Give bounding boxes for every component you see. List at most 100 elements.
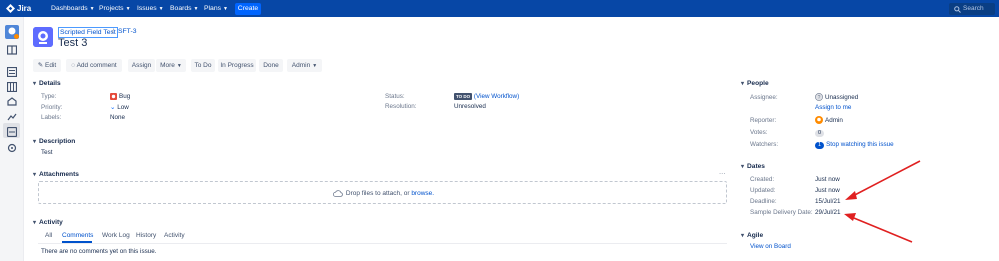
agile-section-toggle[interactable]: ▾ Agile (741, 231, 763, 241)
nav-boards[interactable]: Boards ▼ (170, 3, 199, 14)
attachments-more-icon[interactable]: ··· (719, 169, 725, 178)
in-progress-button[interactable]: In Progress (218, 59, 256, 72)
labels-value[interactable]: None (110, 113, 125, 122)
status-label: Status: (385, 93, 405, 100)
assign-button[interactable]: Assign (128, 59, 155, 72)
board-icon[interactable] (6, 81, 18, 94)
issues-icon[interactable] (6, 126, 18, 139)
sample-delivery-date-label: Sample Delivery Date: (750, 209, 813, 216)
jira-logo[interactable]: Jira (6, 3, 38, 14)
priority-value-text: Low (117, 104, 129, 111)
chevron-down-icon: ▾ (741, 233, 745, 239)
search-placeholder: Search (963, 5, 984, 12)
attachment-drop-zone[interactable]: Drop files to attach, or browse. (38, 181, 727, 204)
type-value-text: Bug (119, 93, 131, 100)
assign-to-me-link[interactable]: Assign to me (815, 103, 851, 112)
reporter-label: Reporter: (750, 117, 777, 124)
nav-plans[interactable]: Plans ▼ (204, 3, 228, 14)
chevron-down-icon: ▾ (33, 172, 37, 178)
chevron-down-icon: ▼ (312, 63, 318, 69)
assignee-label: Assignee: (750, 94, 778, 101)
admin-button[interactable]: Admin ▼ (287, 59, 322, 72)
book-icon[interactable] (6, 45, 18, 57)
top-navigation-bar: Jira Dashboards ▼ Projects ▼ Issues ▼ Board… (0, 0, 999, 17)
details-heading: Details (39, 80, 61, 87)
project-avatar[interactable] (33, 27, 53, 47)
releases-icon[interactable] (7, 97, 17, 109)
more-button[interactable]: More ▼ (156, 59, 186, 72)
assignee-value[interactable]: ? Unassigned (815, 93, 858, 102)
components-icon[interactable] (7, 143, 17, 155)
edit-button-label: Edit (45, 62, 57, 69)
tab-divider (38, 243, 727, 244)
chevron-down-icon: ▾ (33, 81, 37, 87)
description-text[interactable]: Test (41, 148, 53, 157)
annotation-arrows (844, 160, 921, 243)
priority-value[interactable]: ⌄ Low (110, 103, 129, 112)
more-button-label: More (160, 62, 175, 69)
votes-count-badge: 0 (815, 130, 825, 137)
agile-heading: Agile (747, 232, 764, 239)
to-do-button[interactable]: To Do (191, 59, 215, 72)
chevron-down-icon: ▼ (158, 6, 164, 12)
votes-label: Votes: (750, 129, 768, 136)
nav-projects[interactable]: Projects ▼ (99, 3, 131, 14)
arrowhead-icon (845, 191, 857, 200)
breadcrumb-issue-key[interactable]: SFT-3 (118, 27, 137, 36)
edit-button[interactable]: ✎ Edit (33, 59, 61, 72)
tab-history[interactable]: History (136, 231, 156, 240)
svg-text:?: ? (818, 95, 821, 101)
admin-button-label: Admin (291, 62, 311, 69)
assignee-value-text: Unassigned (825, 94, 859, 101)
add-comment-button[interactable]: ◌ Add comment (66, 59, 122, 72)
project-avatar-icon[interactable] (5, 25, 19, 41)
tab-comments[interactable]: Comments (62, 231, 93, 240)
chevron-down-icon: ▼ (193, 6, 199, 12)
resolution-label: Resolution: (385, 103, 417, 110)
create-button[interactable]: Create (235, 3, 261, 15)
no-comments-message: There are no comments yet on this issue. (41, 248, 157, 255)
watchers-value: 1 Stop watching this issue (815, 140, 894, 149)
people-section-toggle[interactable]: ▾ People (741, 79, 769, 89)
done-button[interactable]: Done (259, 59, 283, 72)
resolution-value: Unresolved (454, 103, 486, 110)
details-section-toggle[interactable]: ▾ Details (33, 79, 61, 89)
tab-work-log[interactable]: Work Log (102, 231, 130, 240)
dates-section-toggle[interactable]: ▾ Dates (741, 162, 765, 172)
add-comment-label: Add comment (76, 62, 117, 69)
votes-value[interactable]: 0 (815, 128, 825, 137)
stop-watching-link[interactable]: Stop watching this issue (826, 141, 894, 148)
dates-heading: Dates (747, 163, 765, 170)
nav-issues[interactable]: Issues ▼ (137, 3, 164, 14)
browse-link[interactable]: browse. (411, 190, 434, 197)
tab-activity[interactable]: Activity (164, 231, 185, 240)
issue-title[interactable]: Test 3 (58, 37, 87, 49)
nav-projects-label: Projects (99, 5, 124, 12)
watchers-label: Watchers: (750, 141, 779, 148)
view-on-board-link[interactable]: View on Board (750, 242, 791, 251)
labels-label: Labels: (41, 114, 62, 121)
watchers-count-badge[interactable]: 1 (815, 142, 825, 149)
reporter-value[interactable]: Admin (815, 116, 843, 125)
annotation-arrow-sample-date (848, 215, 913, 243)
activity-section-toggle[interactable]: ▾ Activity (33, 218, 63, 228)
nav-dashboards-label: Dashboards (51, 5, 88, 12)
project-sidebar (0, 17, 24, 261)
nav-plans-label: Plans (204, 5, 222, 12)
view-workflow-link[interactable]: (View Workflow) (474, 93, 519, 100)
cloud-upload-icon (332, 190, 343, 197)
chevron-down-icon: ▼ (223, 6, 228, 12)
search-input[interactable]: Search (949, 3, 995, 15)
attachments-section-toggle[interactable]: ▾ Attachments (33, 170, 79, 180)
description-heading: Description (39, 138, 76, 145)
tab-all[interactable]: All (45, 231, 52, 240)
backlog-icon[interactable] (6, 66, 18, 79)
description-section-toggle[interactable]: ▾ Description (33, 137, 75, 147)
type-value[interactable]: Bug (110, 92, 130, 101)
chevron-down-icon: ▾ (33, 220, 37, 226)
nav-dashboards[interactable]: Dashboards ▼ (51, 3, 95, 14)
priority-low-icon: ⌄ (110, 104, 116, 111)
unassigned-avatar-icon: ? (815, 93, 823, 102)
annotation-arrow-deadline (848, 160, 921, 199)
status-value: TO DO (View Workflow) (454, 92, 519, 101)
